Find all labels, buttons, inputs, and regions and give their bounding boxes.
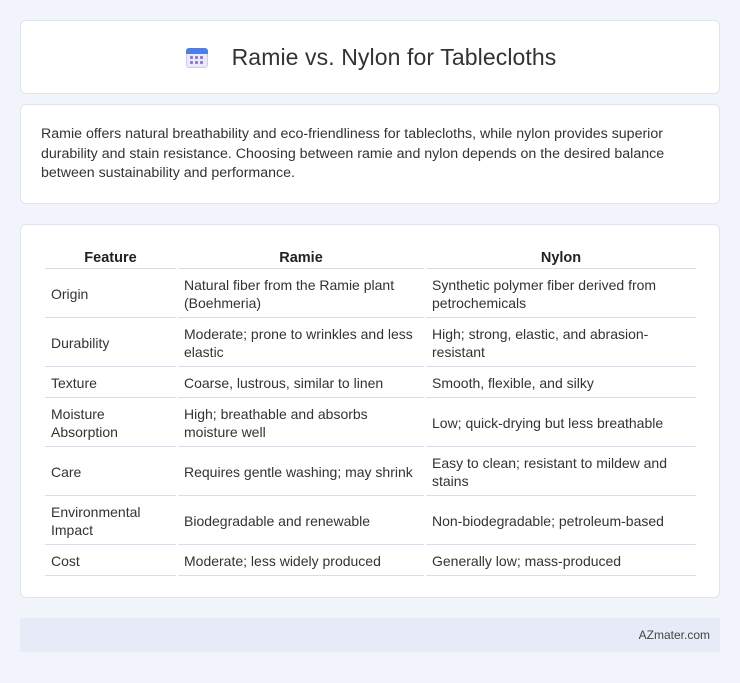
table-row: Moisture Absorption High; breathable and… <box>45 400 696 447</box>
cell-ramie: Natural fiber from the Ramie plant (Boeh… <box>178 271 424 318</box>
table-header-row: Feature Ramie Nylon <box>45 247 696 269</box>
calendar-icon <box>184 44 210 70</box>
table-row: Origin Natural fiber from the Ramie plan… <box>45 271 696 318</box>
cell-nylon: Generally low; mass-produced <box>426 547 696 576</box>
cell-nylon: Low; quick-drying but less breathable <box>426 400 696 447</box>
cell-nylon: Synthetic polymer fiber derived from pet… <box>426 271 696 318</box>
footer: AZmater.com <box>20 618 720 652</box>
table-row: Cost Moderate; less widely produced Gene… <box>45 547 696 576</box>
cell-ramie: Moderate; prone to wrinkles and less ela… <box>178 320 424 367</box>
footer-brand: AZmater.com <box>638 628 710 642</box>
cell-ramie: Moderate; less widely produced <box>178 547 424 576</box>
summary-text: Ramie offers natural breathability and e… <box>41 126 665 181</box>
page-title: Ramie vs. Nylon for Tablecloths <box>231 43 557 70</box>
header-nylon: Nylon <box>426 247 696 269</box>
cell-feature: Texture <box>45 369 176 398</box>
cell-feature: Cost <box>45 547 176 576</box>
cell-feature: Moisture Absorption <box>45 400 176 447</box>
header-card: Ramie vs. Nylon for Tablecloths <box>20 20 720 94</box>
cell-ramie: Biodegradable and renewable <box>178 498 424 545</box>
comparison-table: Feature Ramie Nylon Origin Natural fiber… <box>43 245 698 578</box>
cell-feature: Environmental Impact <box>45 498 176 545</box>
cell-nylon: High; strong, elastic, and abrasion-resi… <box>426 320 696 367</box>
cell-nylon: Easy to clean; resistant to mildew and s… <box>426 449 696 496</box>
cell-ramie: High; breathable and absorbs moisture we… <box>178 400 424 447</box>
cell-feature: Origin <box>45 271 176 318</box>
table-row: Durability Moderate; prone to wrinkles a… <box>45 320 696 367</box>
cell-ramie: Requires gentle washing; may shrink <box>178 449 424 496</box>
cell-ramie: Coarse, lustrous, similar to linen <box>178 369 424 398</box>
cell-nylon: Non-biodegradable; petroleum-based <box>426 498 696 545</box>
table-row: Texture Coarse, lustrous, similar to lin… <box>45 369 696 398</box>
cell-feature: Durability <box>45 320 176 367</box>
table-row: Environmental Impact Biodegradable and r… <box>45 498 696 545</box>
header-ramie: Ramie <box>178 247 424 269</box>
table-row: Care Requires gentle washing; may shrink… <box>45 449 696 496</box>
summary-card: Ramie offers natural breathability and e… <box>20 104 720 204</box>
cell-feature: Care <box>45 449 176 496</box>
cell-nylon: Smooth, flexible, and silky <box>426 369 696 398</box>
header-feature: Feature <box>45 247 176 269</box>
comparison-table-card: Feature Ramie Nylon Origin Natural fiber… <box>20 224 720 598</box>
